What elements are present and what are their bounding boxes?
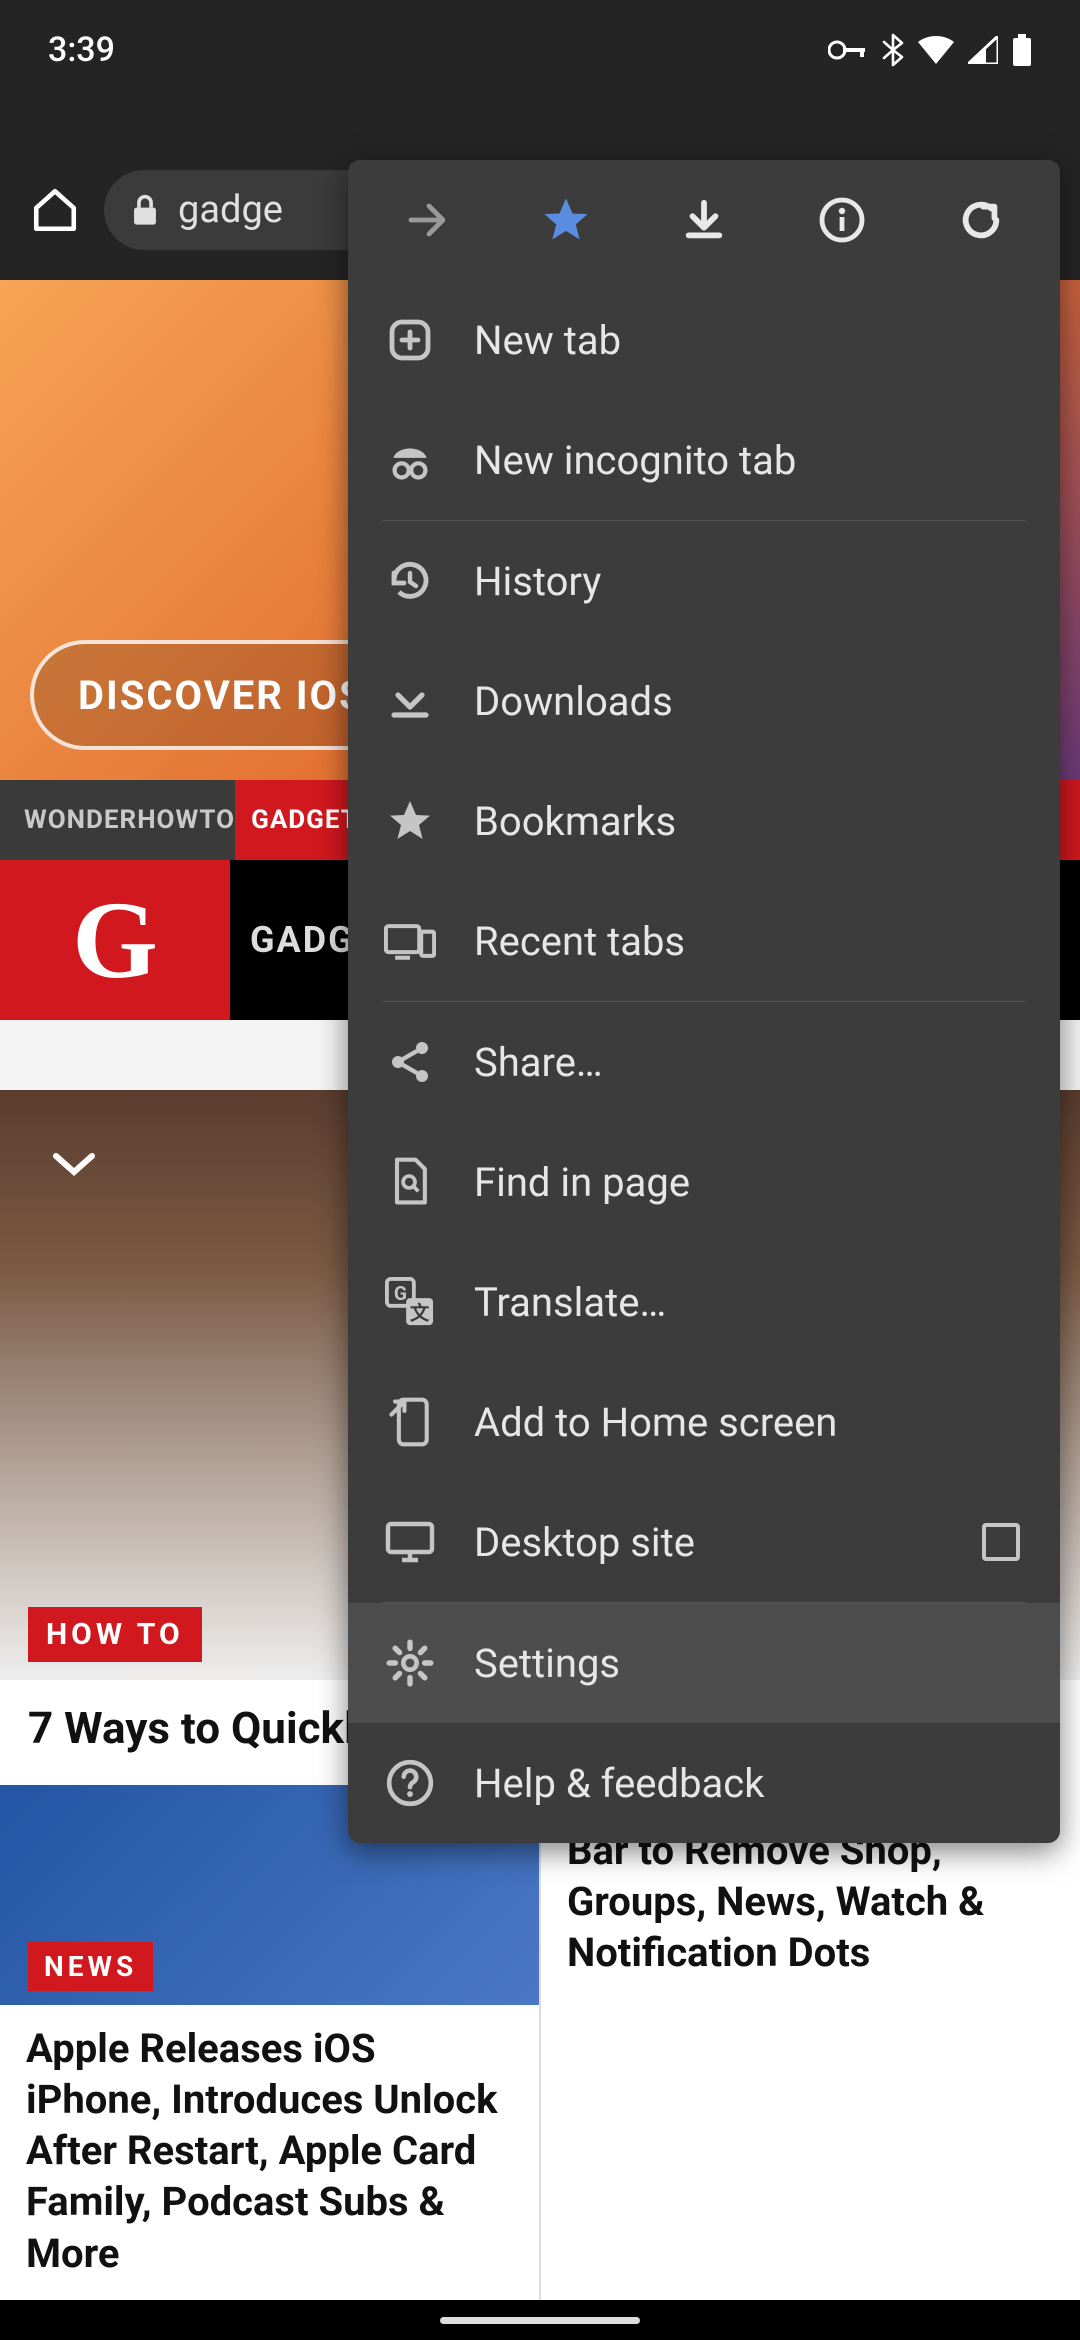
find-in-page-icon [382, 1154, 438, 1210]
status-time: 3:39 [48, 30, 115, 70]
history-icon [382, 553, 438, 609]
recent-tabs-icon [382, 913, 438, 969]
status-bar: 3:39 [0, 0, 1080, 100]
menu-item-find[interactable]: Find in page [348, 1122, 1060, 1242]
forward-button[interactable] [377, 170, 477, 270]
home-button[interactable] [30, 185, 80, 235]
battery-icon [1012, 34, 1032, 66]
reload-button[interactable] [931, 170, 1031, 270]
menu-item-recent-tabs[interactable]: Recent tabs [348, 881, 1060, 1001]
gear-icon [382, 1635, 438, 1691]
menu-item-label: Settings [474, 1640, 620, 1687]
menu-item-settings[interactable]: Settings [348, 1603, 1060, 1723]
svg-text:文: 文 [410, 1301, 430, 1324]
url-text: gadge [178, 188, 283, 232]
menu-item-bookmarks[interactable]: Bookmarks [348, 761, 1060, 881]
new-tab-icon [382, 312, 438, 368]
menu-item-label: Bookmarks [474, 798, 676, 845]
desktop-site-checkbox[interactable] [982, 1523, 1020, 1561]
bookmarks-icon [382, 793, 438, 849]
menu-item-translate[interactable]: G文 Translate… [348, 1242, 1060, 1362]
translate-icon: G文 [382, 1274, 438, 1330]
menu-item-label: Desktop site [474, 1519, 695, 1566]
nav-tab-wonderhowto[interactable]: WONDERHOWTO [0, 780, 235, 860]
article-col-right[interactable]: Bar to Remove Shop, Groups, News, Watch … [541, 1785, 1080, 2305]
menu-item-label: History [474, 558, 601, 605]
help-icon [382, 1755, 438, 1811]
signal-icon [968, 36, 998, 64]
menu-item-downloads[interactable]: Downloads [348, 641, 1060, 761]
menu-item-label: New incognito tab [474, 437, 796, 484]
menu-item-label: Recent tabs [474, 918, 685, 965]
menu-item-label: Add to Home screen [474, 1399, 837, 1446]
menu-item-label: Find in page [474, 1159, 690, 1206]
bookmark-button[interactable] [516, 170, 616, 270]
menu-item-history[interactable]: History [348, 521, 1060, 641]
status-icons [828, 33, 1032, 67]
news-tag: NEWS [28, 1942, 153, 1991]
wifi-icon [918, 36, 954, 64]
download-button[interactable] [654, 170, 754, 270]
article-col-left[interactable]: NEWS Apple Releases iOS iPhone, Introduc… [0, 1785, 541, 2305]
menu-item-label: Downloads [474, 678, 673, 725]
article-headline-left[interactable]: Apple Releases iOS iPhone, Introduces Un… [0, 2005, 539, 2297]
menu-item-help[interactable]: Help & feedback [348, 1723, 1060, 1843]
menu-item-incognito[interactable]: New incognito tab [348, 400, 1060, 520]
site-logo[interactable]: G [0, 860, 230, 1020]
downloads-icon [382, 673, 438, 729]
svg-text:G: G [394, 1282, 407, 1305]
menu-item-add-to-home[interactable]: Add to Home screen [348, 1362, 1060, 1482]
menu-item-share[interactable]: Share… [348, 1002, 1060, 1122]
system-navbar[interactable] [0, 2300, 1080, 2340]
desktop-icon [382, 1514, 438, 1570]
page-info-button[interactable] [792, 170, 892, 270]
menu-item-label: Translate… [474, 1279, 666, 1326]
menu-top-actions [348, 160, 1060, 280]
lock-icon [130, 193, 160, 227]
menu-item-label: Help & feedback [474, 1760, 765, 1807]
overflow-menu: New tab New incognito tab History Downlo… [348, 160, 1060, 1843]
menu-item-label: Share… [474, 1039, 603, 1086]
menu-item-desktop-site[interactable]: Desktop site [348, 1482, 1060, 1602]
menu-item-new-tab[interactable]: New tab [348, 280, 1060, 400]
bluetooth-icon [882, 33, 904, 67]
vpn-key-icon [828, 38, 868, 62]
article-columns: NEWS Apple Releases iOS iPhone, Introduc… [0, 1785, 1080, 2305]
share-icon [382, 1034, 438, 1090]
incognito-icon [382, 432, 438, 488]
add-to-home-icon [382, 1394, 438, 1450]
howto-tag: HOW TO [28, 1607, 202, 1662]
chevron-down-icon[interactable] [50, 1150, 98, 1180]
nav-pill[interactable] [440, 2317, 640, 2324]
menu-item-label: New tab [474, 317, 621, 364]
